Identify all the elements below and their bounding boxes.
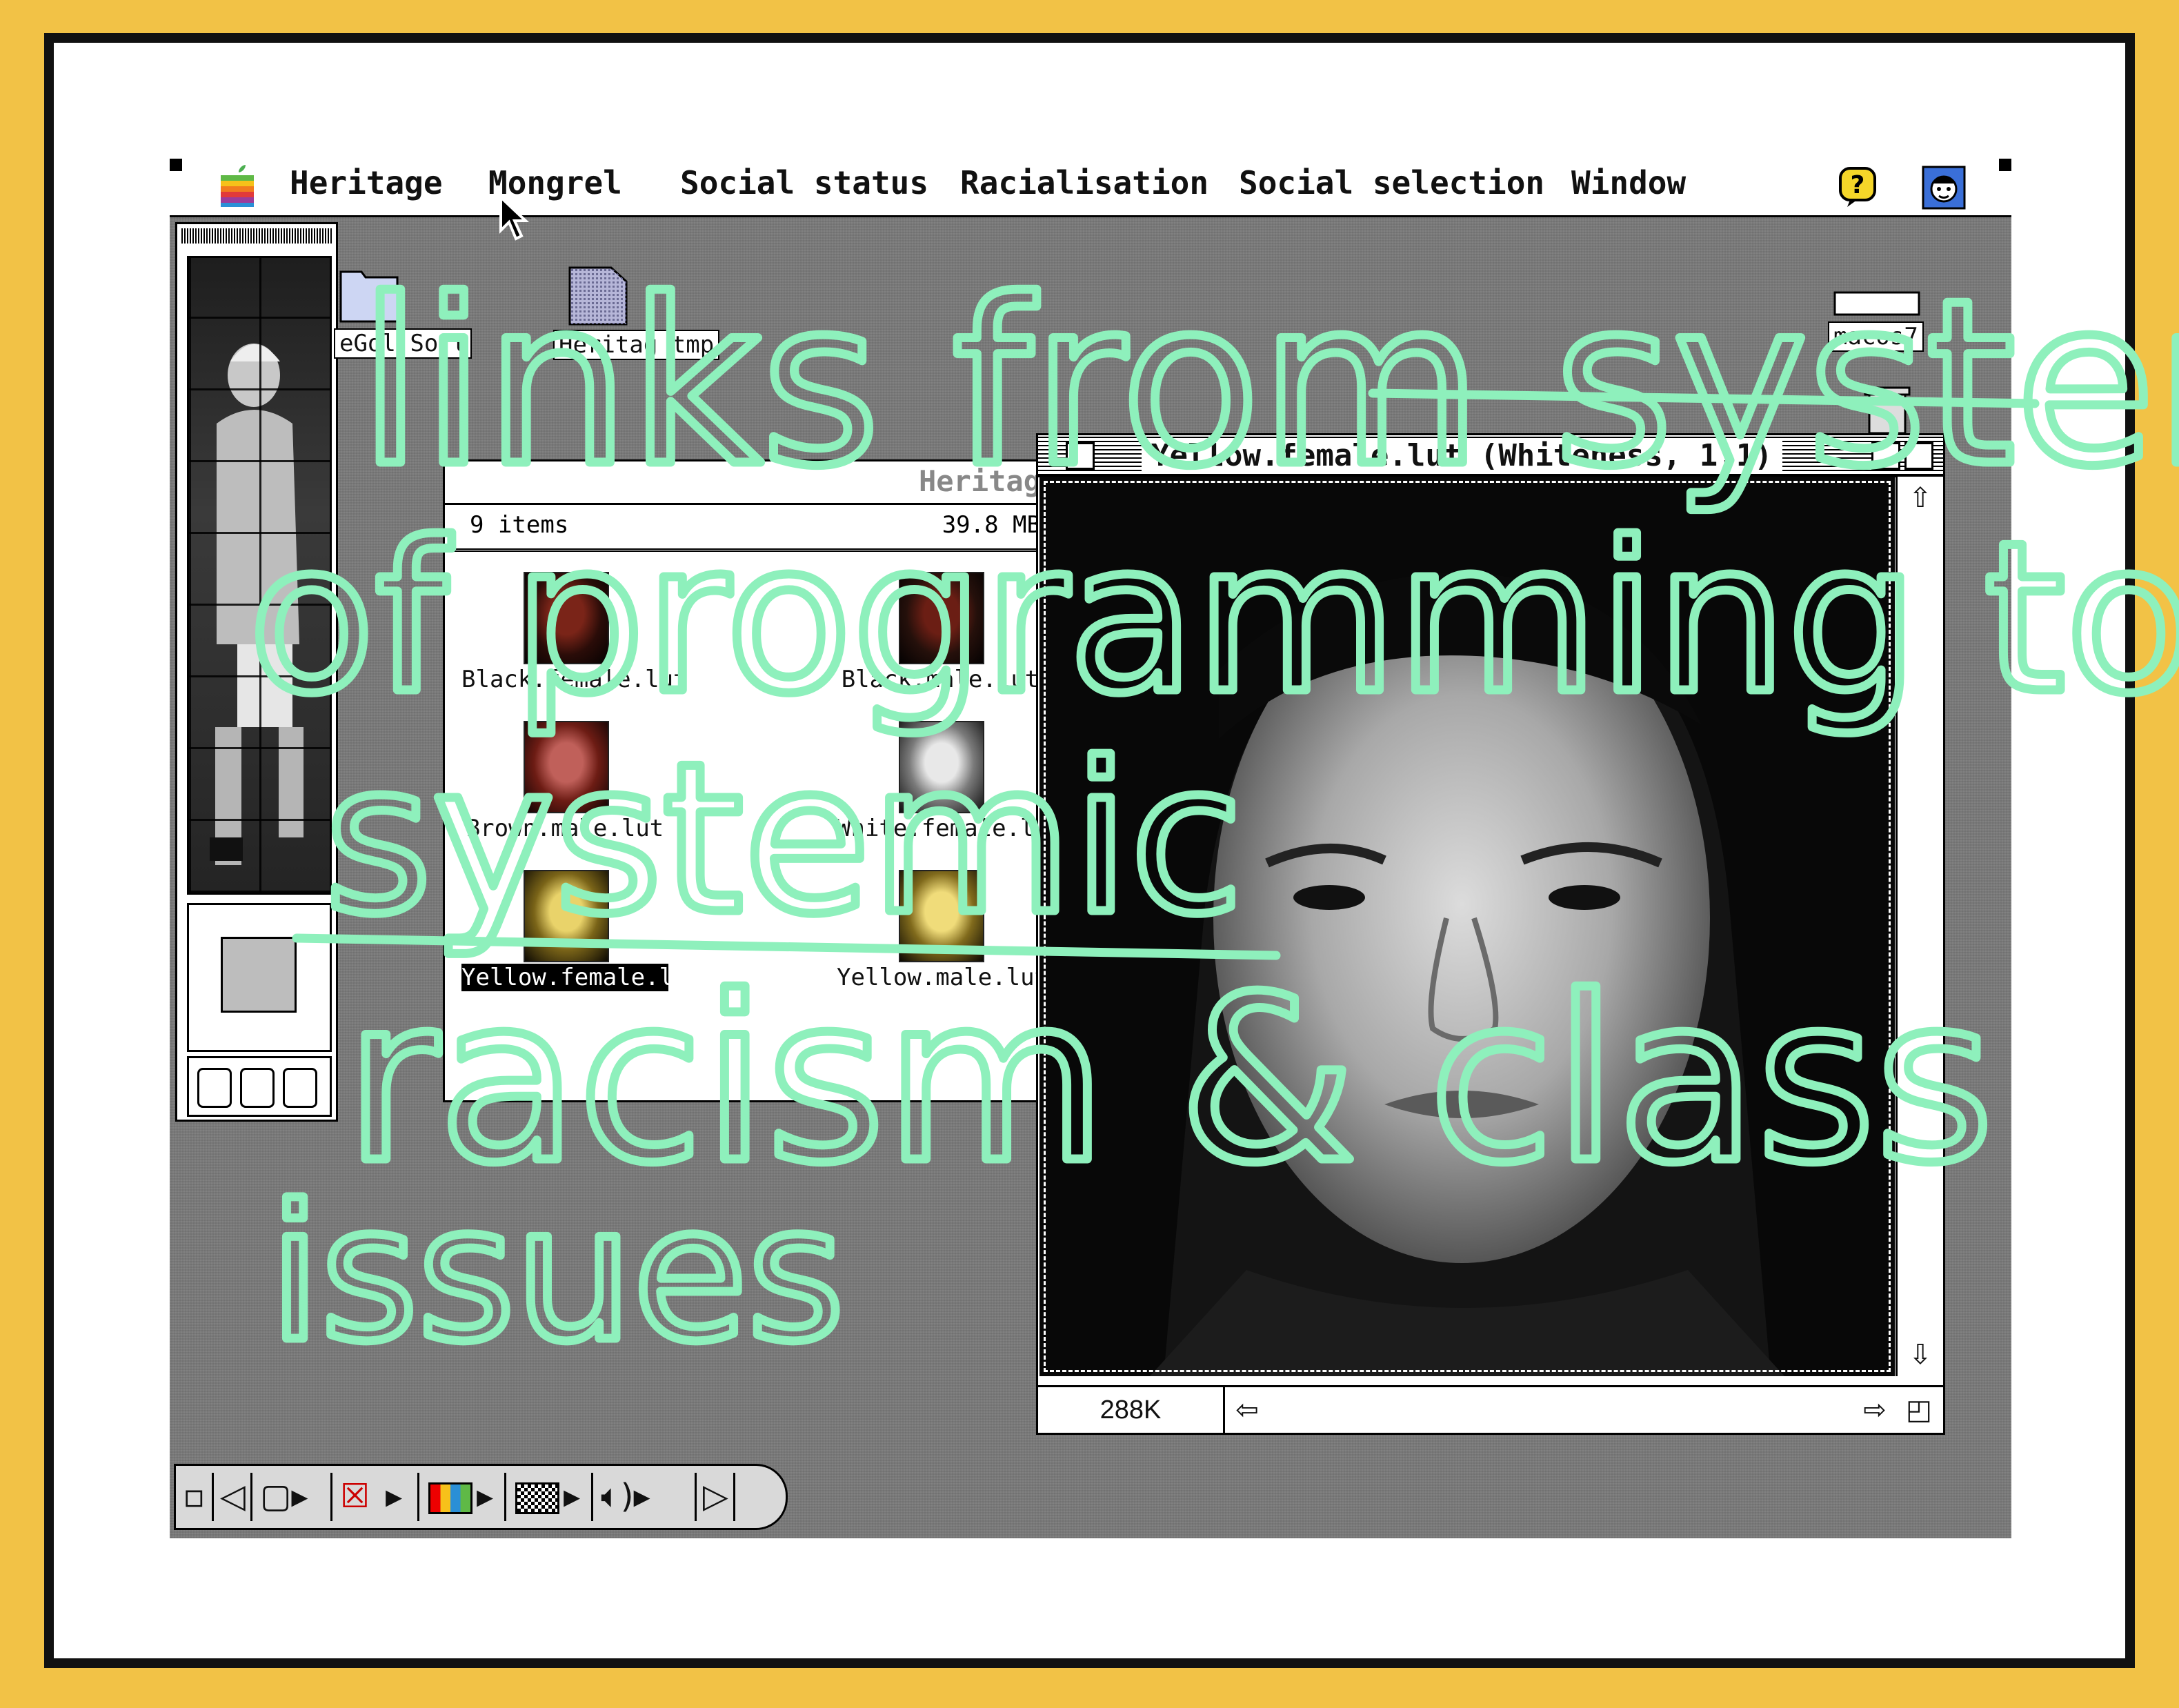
screen-corner (170, 159, 182, 171)
scroll-right-arrow-icon[interactable]: ⇨ (1856, 1391, 1893, 1429)
desktop-folder-egolsoft[interactable]: eGol Soft (334, 262, 472, 359)
horizontal-scrollbar[interactable]: 288K ⇦ ⇨ ◰ (1038, 1385, 1943, 1433)
strip-right-arrow-icon[interactable]: ▷ (697, 1473, 735, 1521)
resize-box-icon[interactable]: ◰ (1900, 1391, 1938, 1429)
image-window-title: Yellow.female.lut (Whiteness, 1:1) (1142, 438, 1782, 473)
app-face-icon[interactable] (1922, 166, 1966, 210)
face-thumbnail (899, 721, 984, 813)
view-mode-full-button[interactable] (283, 1068, 317, 1108)
svg-text:?: ? (1851, 171, 1865, 199)
vertical-scrollbar[interactable]: ⇧ ⇩ (1896, 477, 1943, 1376)
screen-corner (1999, 159, 2011, 171)
finder-window[interactable]: Heritag 9 items 39.8 MB Black.female.lut… (443, 459, 1063, 1102)
color-depth-icon[interactable]: ▸ (420, 1473, 506, 1521)
file-name: Black.female.lut (461, 666, 688, 693)
finder-title-bar[interactable]: Heritag (445, 461, 1048, 505)
pattern-icon[interactable]: ▸ (507, 1473, 593, 1521)
menu-social-status[interactable]: Social status (680, 164, 928, 201)
file-icon[interactable]: Black.male.lut (837, 572, 1039, 710)
face-thumbnail (524, 870, 609, 962)
menu-window[interactable]: Window (1571, 164, 1686, 201)
file-name: White.female.lut (837, 815, 1063, 842)
file-name: Black.male.lut (841, 666, 1039, 693)
image-window[interactable]: Yellow.female.lut (Whiteness, 1:1) ⇧ ⇩ 2… (1036, 433, 1945, 1435)
file-icon[interactable]: Brown.male.lut (461, 721, 664, 859)
strip-tab-icon[interactable]: ▫ (176, 1473, 214, 1521)
face-thumbnail (524, 721, 609, 813)
document-icon (568, 266, 628, 326)
file-name: Brown.male.lut (466, 815, 664, 842)
tool-palette[interactable] (175, 222, 338, 1122)
view-mode-monitor-button[interactable] (197, 1068, 232, 1108)
desktop-icon-label: macos7 (1828, 321, 1924, 352)
desktop-disk-macos7[interactable]: macos7 (1828, 290, 1924, 352)
trash-icon[interactable] (1860, 386, 1915, 435)
file-name: Yellow.male.lut (837, 964, 1049, 991)
help-balloon-icon[interactable]: ? (1838, 166, 1880, 208)
file-icon[interactable]: Yellow.male.lut (837, 870, 1048, 1008)
desktop-icon-label: Heritag tmp (553, 330, 720, 360)
finder-available-space: 39.8 MB (942, 511, 1041, 539)
file-icon[interactable]: Yellow.female.lut (461, 870, 702, 1008)
apple-logo-icon[interactable] (218, 164, 257, 208)
control-strip[interactable]: ▫ ◁ ▢▸ ☒ ▸ ▸ ▸ 🔈︎)▸ ▷ (174, 1464, 788, 1530)
mac-desktop[interactable]: Heritage Mongrel Social status Racialisa… (170, 159, 2011, 1538)
view-mode-buttons (187, 1056, 332, 1117)
folder-icon (339, 270, 399, 323)
hard-disk-icon (1833, 291, 1920, 316)
scroll-left-arrow-icon[interactable]: ⇦ (1228, 1391, 1266, 1429)
finder-item-count: 9 items (470, 511, 569, 539)
scroll-down-arrow-icon[interactable]: ⇩ (1902, 1336, 1939, 1373)
menu-social-selection[interactable]: Social selection (1239, 164, 1544, 201)
finder-title: Heritag (918, 464, 1041, 498)
finder-info-bar: 9 items 39.8 MB (445, 503, 1048, 552)
close-box-icon[interactable] (1066, 442, 1095, 470)
file-icon[interactable]: White.female.lut (837, 721, 1063, 859)
palette-child-photo (187, 256, 332, 895)
menu-racialisation[interactable]: Racialisation (960, 164, 1208, 201)
file-name-selected: Yellow.female.lut (461, 964, 702, 991)
desktop-icon-label: eGol Soft (334, 328, 472, 359)
scroll-up-arrow-icon[interactable]: ⇧ (1902, 479, 1939, 517)
color-swatch-panel (187, 903, 332, 1052)
file-icon[interactable]: Black.female.lut (461, 572, 688, 710)
face-thumbnail (899, 572, 984, 664)
menu-bar: Heritage Mongrel Social status Racialisa… (170, 159, 2011, 241)
collapse-box-icon[interactable] (1904, 442, 1933, 470)
selection-marquee[interactable] (1044, 481, 1891, 1372)
no-sharing-icon[interactable]: ☒ ▸ (333, 1473, 419, 1521)
face-thumbnail (524, 572, 609, 664)
strip-left-arrow-icon[interactable]: ◁ (215, 1473, 252, 1521)
monitor-icon[interactable]: ▢▸ (253, 1473, 332, 1521)
mouse-cursor-icon (499, 195, 530, 241)
menu-heritage[interactable]: Heritage (290, 164, 443, 201)
portrait-image (1039, 477, 1895, 1376)
color-swatch[interactable] (221, 937, 297, 1013)
zoom-box-icon[interactable] (1871, 442, 1900, 470)
view-mode-window-button[interactable] (240, 1068, 275, 1108)
speaker-icon[interactable]: 🔈︎)▸ (594, 1473, 697, 1521)
desktop-doc-heritag-tmp[interactable]: Heritag tmp (553, 261, 720, 360)
image-size-readout: 288K (1038, 1387, 1225, 1433)
palette-drag-bar[interactable] (181, 228, 332, 244)
image-window-title-bar[interactable]: Yellow.female.lut (Whiteness, 1:1) (1038, 435, 1943, 477)
face-thumbnail (899, 870, 984, 962)
